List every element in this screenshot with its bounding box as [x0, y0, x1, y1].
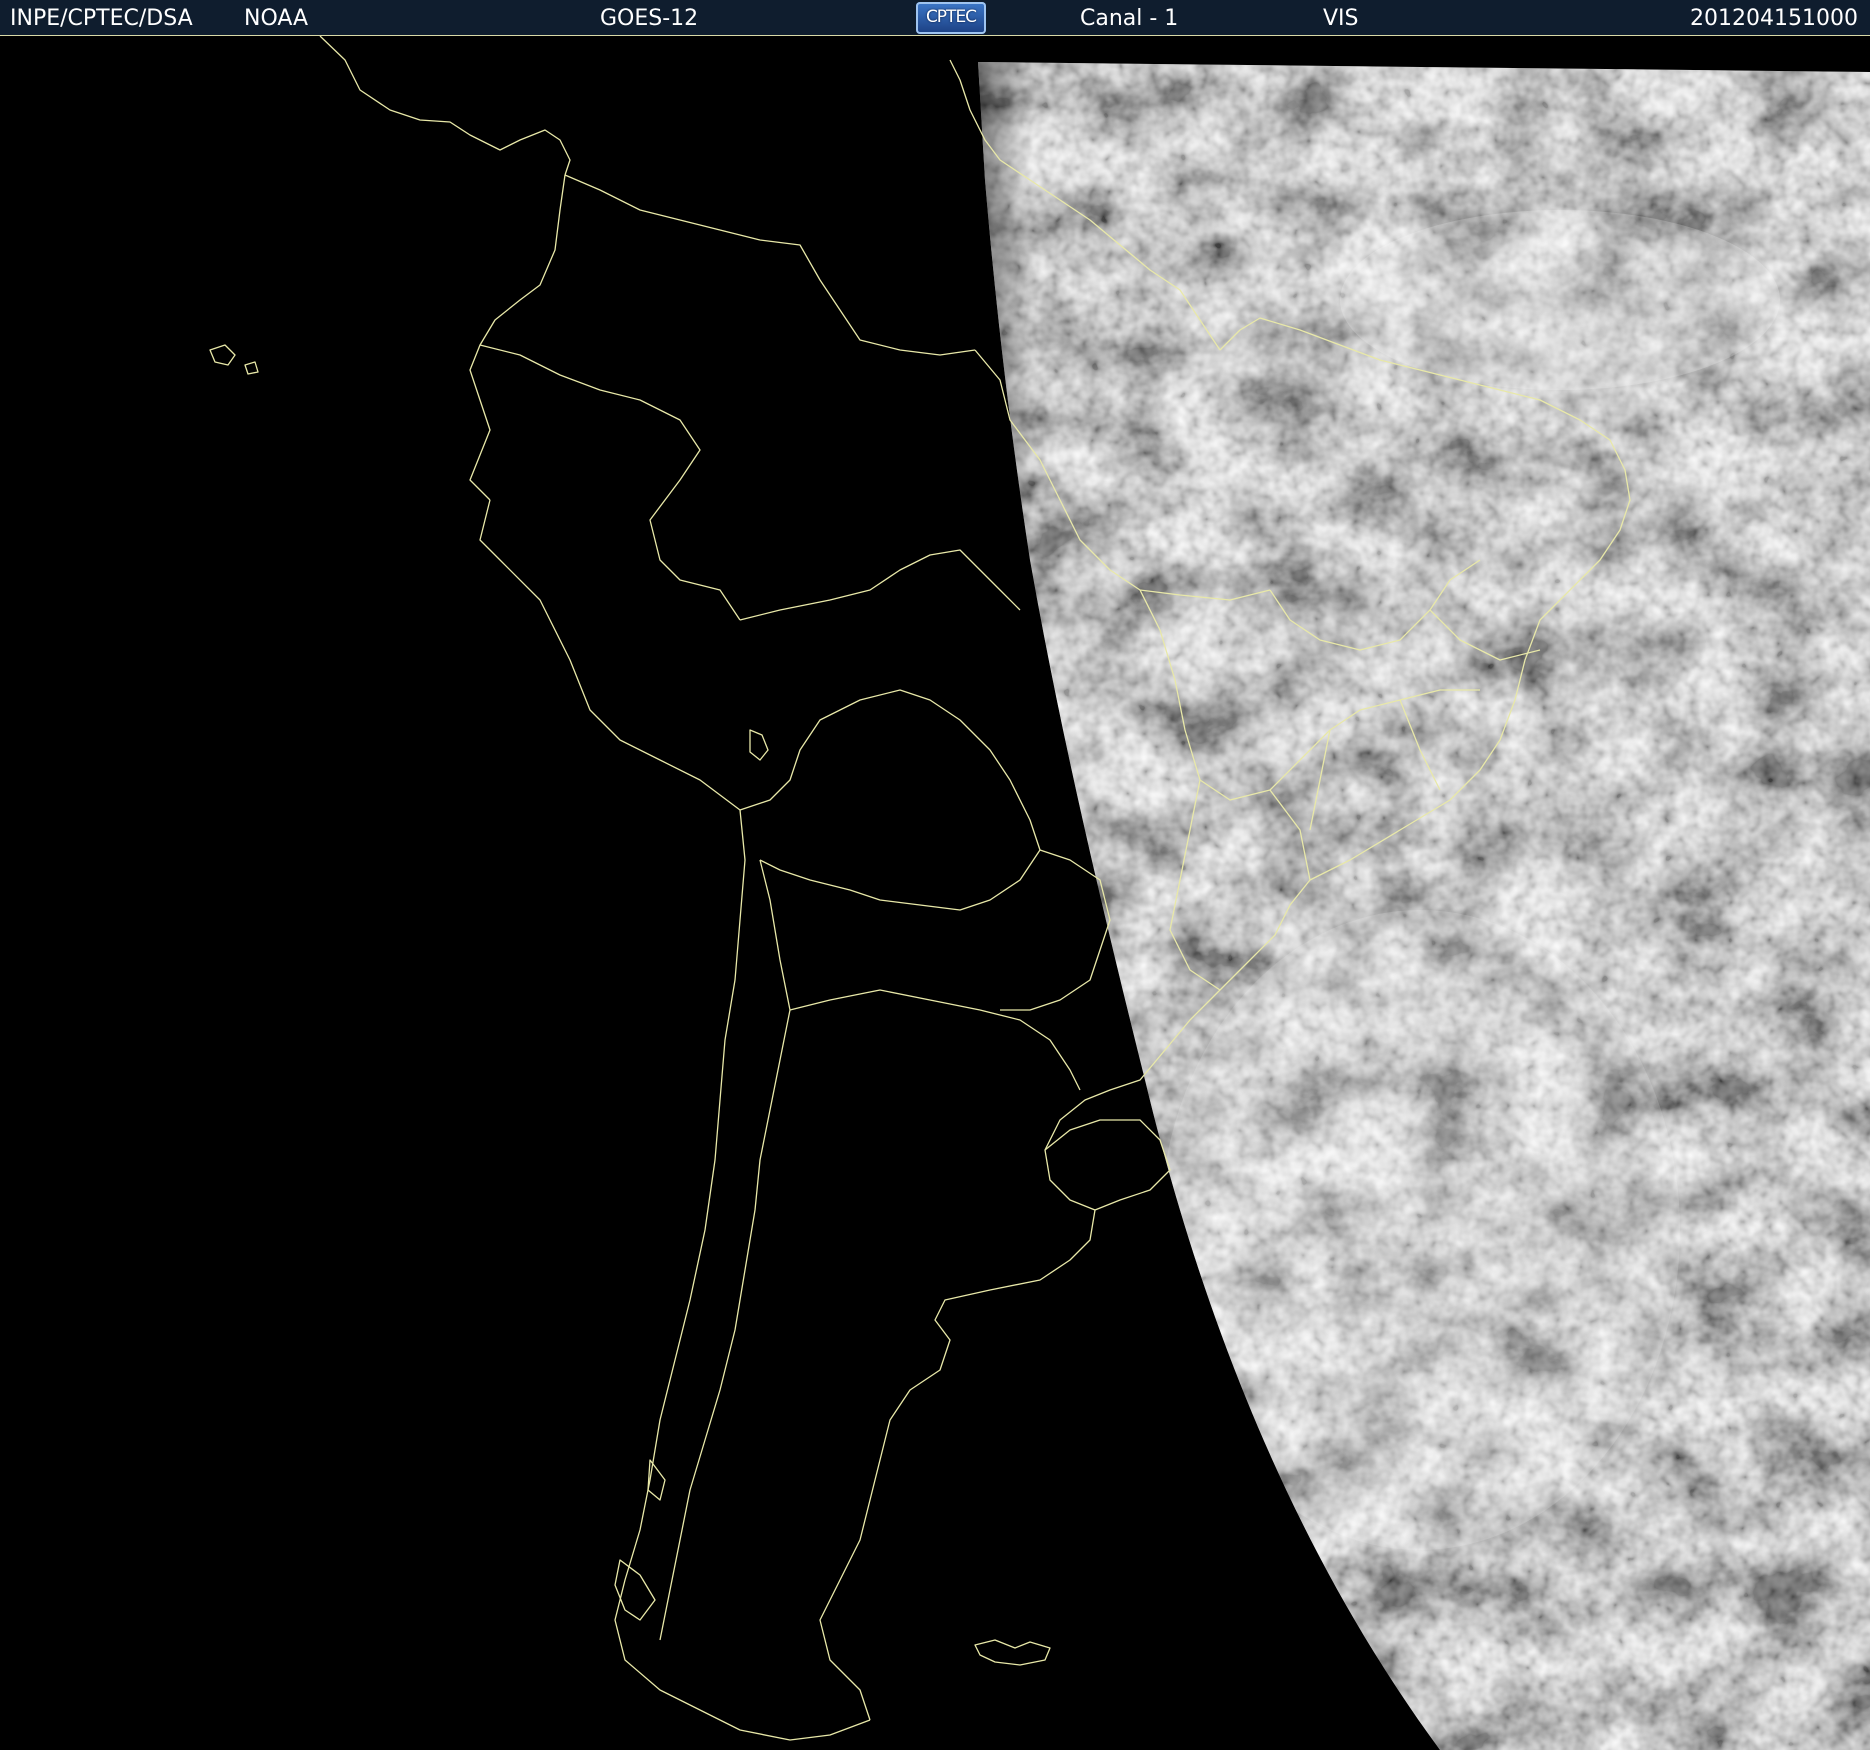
cptec-logo: CPTEC	[916, 2, 986, 34]
logo-text: CPTEC	[925, 7, 977, 27]
image-header-bar: INPE/CPTEC/DSA NOAA GOES-12 CPTEC Canal …	[0, 0, 1870, 36]
satellite-image-viewer: INPE/CPTEC/DSA NOAA GOES-12 CPTEC Canal …	[0, 0, 1870, 1750]
band-label: VIS	[1323, 6, 1359, 31]
timestamp-label: 201204151000	[1690, 6, 1858, 31]
satellite-label: GOES-12	[600, 6, 699, 31]
channel-label: Canal - 1	[1080, 6, 1179, 31]
agency-label: NOAA	[244, 6, 309, 31]
institution-label: INPE/CPTEC/DSA	[10, 6, 193, 31]
satellite-map	[0, 36, 1870, 1750]
bright-cloud-band	[1340, 210, 1780, 390]
